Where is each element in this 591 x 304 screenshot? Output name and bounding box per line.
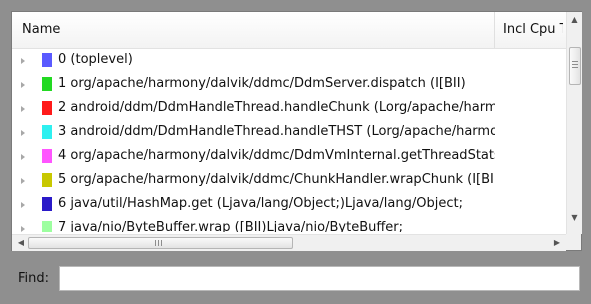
table-header: Name Incl Cpu Time % bbox=[12, 12, 581, 49]
column-header-incl-cpu[interactable]: Incl Cpu Time % bbox=[503, 22, 563, 37]
method-label: 2 android/ddm/DdmHandleThread.handleChun… bbox=[58, 100, 495, 115]
method-label: 1 org/apache/harmony/dalvik/ddmc/DdmServ… bbox=[58, 76, 466, 91]
table-row[interactable]: 1 org/apache/harmony/dalvik/ddmc/DdmServ… bbox=[12, 73, 566, 97]
scroll-right-arrow-icon[interactable]: ▶ bbox=[550, 235, 564, 251]
table-row[interactable]: 5 org/apache/harmony/dalvik/ddmc/ChunkHa… bbox=[12, 169, 566, 193]
method-color-swatch bbox=[42, 101, 52, 115]
profile-tree-table: Name Incl Cpu Time % 0 (toplevel) 1 org/a… bbox=[11, 11, 582, 251]
expand-arrow-icon[interactable] bbox=[21, 154, 25, 160]
scroll-up-arrow-icon[interactable]: ▲ bbox=[567, 12, 582, 28]
method-color-swatch bbox=[42, 53, 52, 67]
expand-arrow-icon[interactable] bbox=[21, 226, 25, 232]
horizontal-scroll-thumb[interactable] bbox=[28, 237, 293, 249]
expand-arrow-icon[interactable] bbox=[21, 82, 25, 88]
vertical-scrollbar[interactable]: ▲ ▼ bbox=[566, 12, 582, 234]
method-color-swatch bbox=[42, 125, 52, 139]
method-color-swatch bbox=[42, 221, 52, 232]
method-label: 7 java/nio/ByteBuffer.wrap ([BII)Ljava/n… bbox=[58, 220, 404, 232]
table-body: 0 (toplevel) 1 org/apache/harmony/dalvik/… bbox=[12, 49, 566, 232]
method-label: 3 android/ddm/DdmHandleThread.handleTHST… bbox=[58, 124, 495, 139]
column-header-name[interactable]: Name bbox=[22, 22, 60, 37]
method-color-swatch bbox=[42, 77, 52, 91]
column-divider[interactable] bbox=[494, 12, 495, 48]
method-label: 4 org/apache/harmony/dalvik/ddmc/DdmVmIn… bbox=[58, 148, 495, 163]
method-color-swatch bbox=[42, 173, 52, 187]
vertical-scroll-thumb[interactable] bbox=[569, 47, 581, 85]
table-row[interactable]: 6 java/util/HashMap.get (Ljava/lang/Obje… bbox=[12, 193, 566, 217]
expand-arrow-icon[interactable] bbox=[21, 58, 25, 64]
method-color-swatch bbox=[42, 197, 52, 211]
expand-arrow-icon[interactable] bbox=[21, 202, 25, 208]
method-label: 6 java/util/HashMap.get (Ljava/lang/Obje… bbox=[58, 196, 463, 211]
table-row[interactable]: 0 (toplevel) bbox=[12, 49, 566, 73]
scroll-left-arrow-icon[interactable]: ◀ bbox=[14, 235, 28, 251]
expand-arrow-icon[interactable] bbox=[21, 130, 25, 136]
find-input[interactable] bbox=[59, 266, 580, 291]
horizontal-scrollbar[interactable]: ◀ ▶ bbox=[12, 234, 566, 251]
method-label: 0 (toplevel) bbox=[58, 52, 133, 67]
table-row[interactable]: 3 android/ddm/DdmHandleThread.handleTHST… bbox=[12, 121, 566, 145]
expand-arrow-icon[interactable] bbox=[21, 178, 25, 184]
scrollbar-corner bbox=[566, 234, 581, 250]
method-color-swatch bbox=[42, 149, 52, 163]
scroll-down-arrow-icon[interactable]: ▼ bbox=[567, 210, 582, 226]
find-label: Find: bbox=[18, 271, 50, 286]
method-label: 5 org/apache/harmony/dalvik/ddmc/ChunkHa… bbox=[58, 172, 495, 187]
expand-arrow-icon[interactable] bbox=[21, 106, 25, 112]
table-row[interactable]: 4 org/apache/harmony/dalvik/ddmc/DdmVmIn… bbox=[12, 145, 566, 169]
table-row[interactable]: 7 java/nio/ByteBuffer.wrap ([BII)Ljava/n… bbox=[12, 217, 566, 232]
table-row[interactable]: 2 android/ddm/DdmHandleThread.handleChun… bbox=[12, 97, 566, 121]
